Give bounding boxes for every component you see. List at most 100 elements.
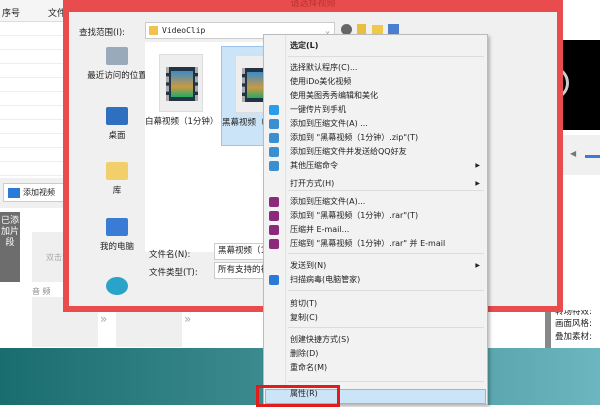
archive-icon [269,133,279,143]
folder-icon [149,26,158,35]
shield-icon [269,275,279,285]
library-icon [106,162,128,180]
overlay-label: 叠加素材: [555,332,592,342]
list-row[interactable] [0,120,70,134]
menu-item-label: 重命名(M) [290,363,328,372]
column-index[interactable]: 序号 [2,6,20,19]
menu-item-label: 一键传片到手机 [290,105,346,114]
list-header: 序号 文件 [0,0,70,22]
archive-icon [269,119,279,129]
chevron-right-icon: » [100,312,108,326]
phone-transfer-icon [269,105,279,115]
look-in-label: 查找范围(I): [79,28,126,38]
menu-item[interactable]: 重命名(M) [265,361,486,375]
chevron-right-icon: » [184,312,192,326]
list-row[interactable] [0,64,70,78]
menu-item[interactable]: 删除(D) [265,347,486,361]
menu-item-label: 选择默认程序(C)... [290,63,358,72]
clip-properties: 转场特效: 画面风格: 叠加素材: [545,310,600,348]
audio-label: 音 频 [32,287,51,296]
menu-item[interactable]: 使用iDo美化视频 [265,75,486,89]
menu-item-label: 添加到压缩文件(A) ... [290,119,368,128]
list-row[interactable] [0,134,70,148]
menu-item[interactable]: 复制(C) [265,311,486,325]
menu-item[interactable]: 扫描病毒(电脑管家) [265,273,486,287]
menu-item-label: 添加到压缩文件(A)... [290,197,366,206]
archive-icon [269,161,279,171]
filename-label: 文件名(N): [149,250,191,260]
style-label: 画面风格: [555,319,592,329]
add-video-button[interactable]: 添加视频 [3,183,65,202]
menu-item[interactable]: 压缩并 E-mail... [265,223,486,237]
list-row[interactable] [0,36,70,50]
menu-item[interactable]: 添加到压缩文件(A)... [265,195,486,209]
place-label: 桌面 [108,131,126,141]
add-video-icon [8,187,20,198]
menu-item-label: 打开方式(H) [290,179,335,188]
menu-separator [288,381,484,382]
file-name: 白幕视频（1分钟） [145,117,219,127]
winrar-icon [269,225,279,235]
menu-item[interactable]: 选定(L) [265,39,486,53]
menu-separator [288,253,484,254]
menu-item-label: 发送到(N) [290,261,327,270]
menu-item-label: 选定(L) [290,41,319,50]
menu-item-label: 删除(D) [290,349,319,358]
menu-item-label: 创建快捷方式(S) [290,335,350,344]
menu-item[interactable]: 添加到压缩文件(A) ... [265,117,486,131]
menu-item[interactable]: 使用美图秀秀编辑和美化 [265,89,486,103]
file-item[interactable]: 白幕视频（1分钟） [145,46,219,128]
list-row[interactable] [0,106,70,120]
computer-icon [106,218,128,236]
dialog-title: 请选择视频 [290,0,336,9]
context-menu: 选定(L) 选择默认程序(C)... 使用iDo美化视频使用美图秀秀编辑和美化一键传… [263,34,488,405]
menu-item-label: 添加到 "黑幕视频（1分钟）.rar"(T) [290,211,419,220]
place-network[interactable] [77,277,157,299]
menu-item[interactable]: 添加到压缩文件并发送给QQ好友 [265,145,486,159]
menu-item-label: 扫描病毒(电脑管家) [290,275,361,284]
menu-item[interactable]: 剪切(T) [265,297,486,311]
view-menu-icon[interactable] [388,24,399,34]
list-row[interactable] [0,148,70,162]
filetype-label: 文件类型(T): [149,268,198,278]
menu-item[interactable]: 一键传片到手机 [265,103,486,117]
submenu-arrow-icon: ▶ [475,162,480,169]
place-label: 最近访问的位置 [87,71,147,81]
menu-item-label: 添加到压缩文件并发送给QQ好友 [290,147,407,156]
list-row[interactable] [0,92,70,106]
menu-item[interactable]: 选择默认程序(C)... [265,61,486,75]
recent-icon [106,47,128,65]
network-icon [106,277,128,295]
list-row[interactable] [0,50,70,64]
menu-separator [288,327,484,328]
menu-item[interactable]: 发送到(N) ▶ [265,259,486,273]
menu-item-label: 使用iDo美化视频 [290,77,352,86]
menu-item[interactable]: 创建快捷方式(S) [265,333,486,347]
menu-item[interactable]: 添加到 "黑幕视频（1分钟）.rar"(T) [265,209,486,223]
speaker-icon: ◀ [570,149,577,158]
video-file-icon [159,54,203,112]
menu-item-label: 添加到 "黑幕视频（1分钟）.zip"(T) [290,133,419,142]
archive-icon [269,147,279,157]
menu-item-label: 剪切(T) [290,299,318,308]
annotation-highlight-box [256,385,340,407]
list-row[interactable] [0,162,70,176]
menu-item[interactable]: 压缩到 "黑幕视频（1分钟）.rar" 并 E-mail [265,237,486,251]
menu-separator [288,56,484,57]
volume-slider[interactable] [585,155,600,158]
list-row[interactable] [0,78,70,92]
added-clips-tab[interactable]: 已添加片段 [0,212,20,282]
place-label: 我的电脑 [99,242,134,252]
menu-item[interactable]: 其他压缩命令 ▶ [265,159,486,173]
menu-item[interactable]: 打开方式(H) ▶ [265,177,486,191]
desktop-icon [106,107,128,125]
new-folder-icon[interactable] [372,25,383,34]
place-label: 库 [112,186,122,196]
winrar-icon [269,239,279,249]
menu-item-label: 压缩并 E-mail... [290,225,350,234]
list-row[interactable] [0,22,70,36]
submenu-arrow-icon: ▶ [475,180,480,187]
add-video-label: 添加视频 [23,188,55,197]
winrar-icon [269,197,279,207]
menu-item[interactable]: 添加到 "黑幕视频（1分钟）.zip"(T) [265,131,486,145]
